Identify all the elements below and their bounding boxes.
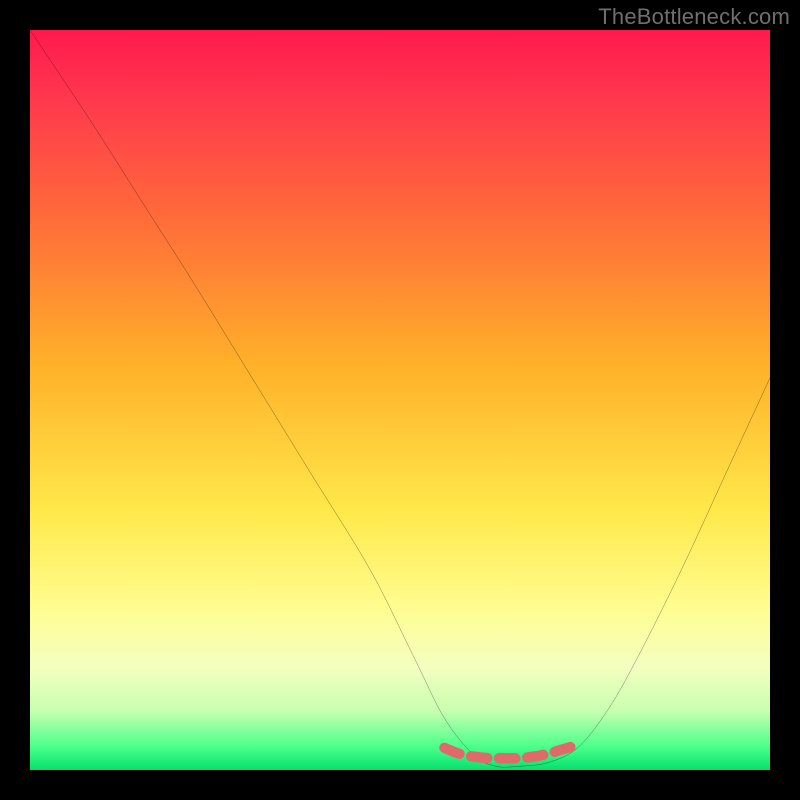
plot-area xyxy=(30,30,770,770)
watermark-text: TheBottleneck.com xyxy=(598,4,790,30)
bottleneck-curve xyxy=(30,30,770,767)
chart-stage: TheBottleneck.com xyxy=(0,0,800,800)
chart-svg xyxy=(30,30,770,770)
ideal-band xyxy=(444,745,577,758)
